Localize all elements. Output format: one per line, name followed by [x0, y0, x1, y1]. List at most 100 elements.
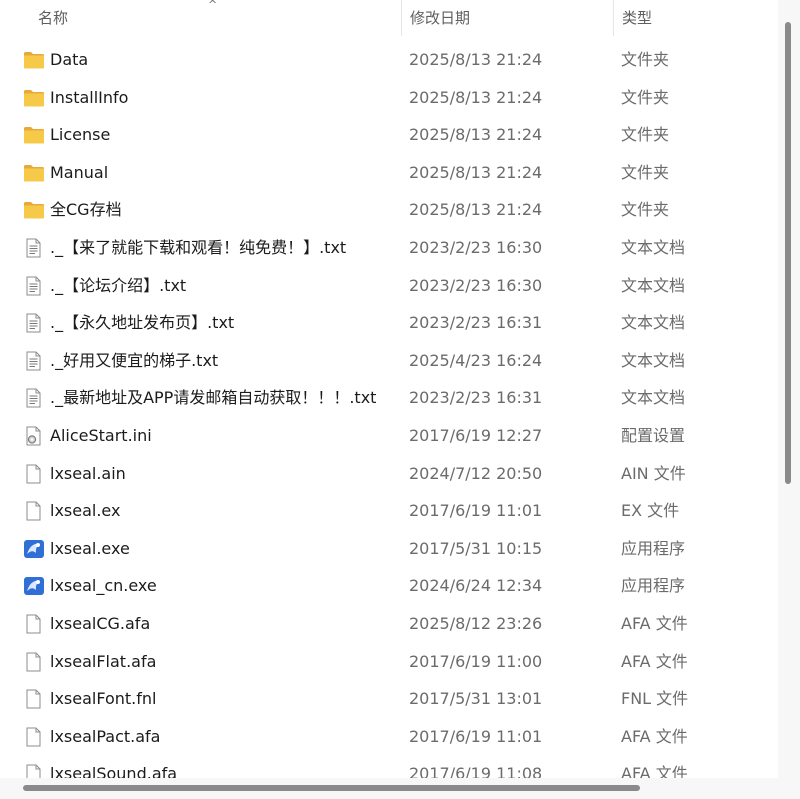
file-type: AFA 文件 [621, 651, 688, 671]
file-row[interactable]: lxseal.ex 2017/6/19 11:01 EX 文件 [0, 492, 778, 530]
file-row[interactable]: ._最新地址及APP请发邮箱自动获取！！！.txt 2023/2/23 16:31… [0, 379, 778, 417]
column-header-bar: 名称 ^ 修改日期 类型 [0, 0, 778, 36]
file-modified-date: 2017/5/31 13:01 [409, 689, 543, 709]
file-type: AIN 文件 [621, 463, 686, 483]
file-row[interactable]: ._好用又便宜的梯子.txt 2025/4/23 16:24 文本文档 [0, 342, 778, 380]
file-name: Manual [50, 162, 109, 182]
file-modified-date: 2025/8/13 21:24 [409, 87, 543, 107]
file-modified-date: 2017/6/19 11:08 [409, 764, 543, 778]
column-header-date[interactable]: 修改日期 [401, 0, 613, 36]
file-row[interactable]: Manual 2025/8/13 21:24 文件夹 [0, 154, 778, 192]
file-type: AFA 文件 [621, 613, 688, 633]
blank-file-icon [23, 764, 45, 778]
file-row[interactable]: lxseal_cn.exe 2024/6/24 12:34 应用程序 [0, 567, 778, 605]
file-modified-date: 2025/8/13 21:24 [409, 162, 543, 182]
file-type: 文本文档 [621, 275, 686, 295]
blank-file-icon [23, 464, 45, 484]
file-modified-date: 2023/2/23 16:31 [409, 388, 543, 408]
file-row[interactable]: ._【永久地址发布页】.txt 2023/2/23 16:31 文本文档 [0, 304, 778, 342]
file-type: 文本文档 [621, 313, 686, 333]
file-type: 文本文档 [621, 237, 686, 257]
file-row[interactable]: AliceStart.ini 2017/6/19 12:27 配置设置 [0, 417, 778, 455]
file-name: lxseal_cn.exe [50, 576, 157, 596]
file-modified-date: 2025/8/13 21:24 [409, 50, 543, 69]
file-name: lxsealCG.afa [50, 613, 151, 633]
file-type: AFA 文件 [621, 764, 688, 778]
file-type: 文件夹 [621, 162, 670, 182]
file-modified-date: 2024/6/24 12:34 [409, 576, 543, 596]
file-row[interactable]: lxsealPact.afa 2017/6/19 11:01 AFA 文件 [0, 718, 778, 756]
file-name: ._好用又便宜的梯子.txt [50, 350, 219, 370]
file-modified-date: 2017/6/19 11:01 [409, 726, 543, 746]
vertical-scrollbar-thumb[interactable] [785, 22, 791, 484]
file-name: lxseal.ain [50, 463, 126, 483]
column-header-date-label: 修改日期 [410, 9, 471, 27]
file-modified-date: 2025/8/13 21:24 [409, 125, 543, 145]
file-name: lxsealPact.afa [50, 726, 161, 746]
file-type: 文本文档 [621, 350, 686, 370]
file-modified-date: 2017/6/19 11:00 [409, 651, 543, 671]
file-row[interactable]: InstallInfo 2025/8/13 21:24 文件夹 [0, 79, 778, 117]
file-row[interactable]: lxseal.exe 2017/5/31 10:15 应用程序 [0, 530, 778, 568]
file-row[interactable]: lxseal.ain 2024/7/12 20:50 AIN 文件 [0, 455, 778, 493]
file-row[interactable]: lxsealFont.fnl 2017/5/31 13:01 FNL 文件 [0, 680, 778, 718]
file-type: FNL 文件 [621, 689, 689, 709]
file-rows: Data 2025/8/13 21:24 文件夹 InstallInfo 2025/8/… [0, 41, 778, 778]
file-type: 文件夹 [621, 50, 670, 69]
file-modified-date: 2024/7/12 20:50 [409, 463, 543, 483]
file-name: Data [50, 50, 89, 69]
file-modified-date: 2017/6/19 11:01 [409, 501, 543, 521]
folder-icon [23, 88, 45, 108]
file-row[interactable]: Data 2025/8/13 21:24 文件夹 [0, 41, 778, 79]
file-name: ._【永久地址发布页】.txt [50, 313, 235, 333]
sort-ascending-icon: ^ [208, 0, 218, 11]
file-name: lxseal.ex [50, 501, 121, 521]
file-name: InstallInfo [50, 87, 129, 107]
file-modified-date: 2023/2/23 16:31 [409, 313, 543, 333]
file-type: 配置设置 [621, 425, 686, 445]
text-document-icon [23, 351, 45, 371]
column-header-name-label: 名称 [38, 9, 69, 27]
file-name: lxsealFlat.afa [50, 651, 157, 671]
folder-icon [23, 200, 45, 220]
file-row[interactable]: ._【来了就能下载和观看！纯免费！】.txt 2023/2/23 16:30 文本文… [0, 229, 778, 267]
text-document-icon [23, 388, 45, 408]
file-type: 应用程序 [621, 576, 686, 596]
file-row[interactable]: ._【论坛介绍】.txt 2023/2/23 16:30 文本文档 [0, 267, 778, 305]
blank-file-icon [23, 727, 45, 747]
file-type: 应用程序 [621, 538, 686, 558]
file-modified-date: 2025/8/12 23:26 [409, 613, 543, 633]
folder-icon [23, 125, 45, 145]
file-modified-date: 2025/4/23 16:24 [409, 350, 543, 370]
config-file-icon [23, 426, 45, 446]
column-header-type[interactable]: 类型 [613, 0, 778, 36]
horizontal-scrollbar-thumb[interactable] [23, 785, 640, 791]
application-icon [23, 539, 45, 559]
text-document-icon [23, 238, 45, 258]
text-document-icon [23, 276, 45, 296]
file-type: EX 文件 [621, 501, 680, 521]
file-type: 文件夹 [621, 200, 670, 220]
folder-icon [23, 163, 45, 183]
file-name: 全CG存档 [50, 200, 122, 220]
file-type: 文件夹 [621, 125, 670, 145]
file-modified-date: 2023/2/23 16:30 [409, 237, 543, 257]
file-row[interactable]: 全CG存档 2025/8/13 21:24 文件夹 [0, 191, 778, 229]
file-modified-date: 2017/6/19 12:27 [409, 425, 543, 445]
blank-file-icon [23, 501, 45, 521]
column-header-type-label: 类型 [622, 9, 653, 27]
blank-file-icon [23, 652, 45, 672]
file-row[interactable]: lxsealCG.afa 2025/8/12 23:26 AFA 文件 [0, 605, 778, 643]
file-row[interactable]: lxsealFlat.afa 2017/6/19 11:00 AFA 文件 [0, 643, 778, 681]
file-name: ._最新地址及APP请发邮箱自动获取！！！.txt [50, 388, 377, 408]
file-name: ._【来了就能下载和观看！纯免费！】.txt [50, 237, 347, 257]
application-icon [23, 576, 45, 596]
file-row[interactable]: License 2025/8/13 21:24 文件夹 [0, 116, 778, 154]
file-name: License [50, 125, 111, 145]
file-type: 文件夹 [621, 87, 670, 107]
file-row[interactable]: lxsealSound.afa 2017/6/19 11:08 AFA 文件 [0, 755, 778, 778]
text-document-icon [23, 313, 45, 333]
file-name: lxseal.exe [50, 538, 130, 558]
file-name: lxsealFont.fnl [50, 689, 157, 709]
file-type: AFA 文件 [621, 726, 688, 746]
